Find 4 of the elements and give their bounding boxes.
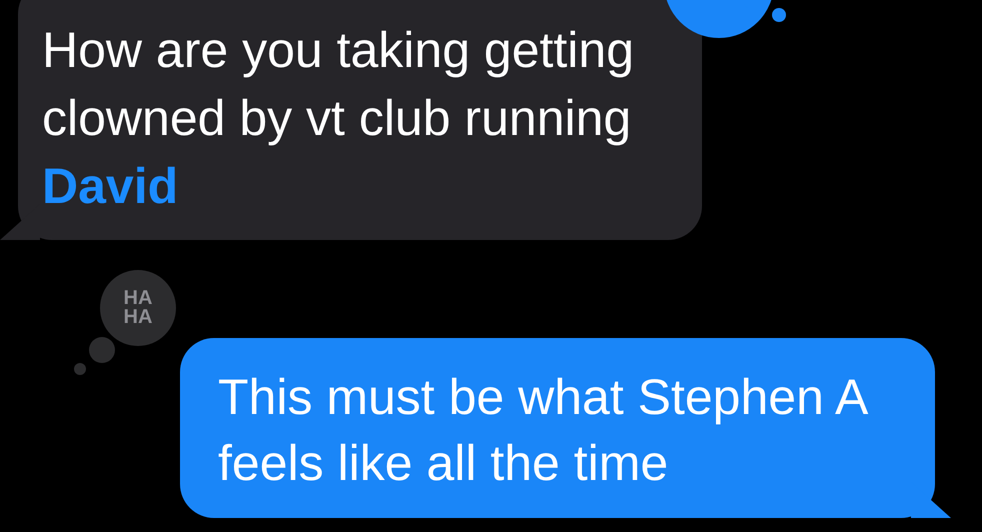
message-text: How are you taking getting clowned by vt club running — [42, 21, 636, 148]
tapback-label: HA HA — [124, 289, 152, 327]
message-text: This must be what Stephen A feels like all the time — [218, 368, 868, 493]
mention-link[interactable]: David — [42, 152, 678, 220]
